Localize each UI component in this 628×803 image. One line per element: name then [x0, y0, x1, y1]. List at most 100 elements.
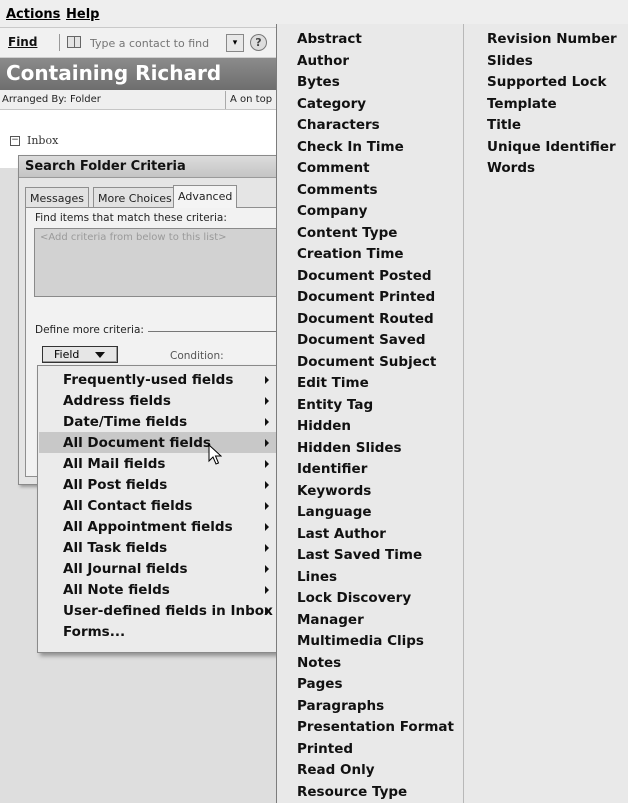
document-field-item[interactable]: Read Only [297, 762, 375, 778]
document-field-item[interactable]: Presentation Format [297, 719, 454, 735]
document-field-item[interactable]: Manager [297, 612, 364, 628]
dialog-title-bar: Search Folder Criteria [19, 156, 279, 178]
menu-item-label: All Contact fields [63, 498, 193, 514]
document-field-item[interactable]: Document Subject [297, 354, 436, 370]
find-items-label: Find items that match these criteria: [35, 212, 227, 224]
menu-item-all-task[interactable]: All Task fields [39, 537, 279, 558]
document-field-item[interactable]: Resource Type [297, 784, 407, 800]
field-category-menu: Frequently-used fields Address fields Da… [37, 365, 280, 653]
document-field-item[interactable]: Multimedia Clips [297, 633, 424, 649]
document-field-item[interactable]: Notes [297, 655, 341, 671]
submenu-arrow-icon [265, 418, 269, 426]
menu-item-date-time[interactable]: Date/Time fields [39, 411, 279, 432]
document-field-item[interactable]: Bytes [297, 74, 340, 90]
document-field-item[interactable]: Comment [297, 160, 370, 176]
menu-item-user-defined[interactable]: User-defined fields in Inbox [39, 600, 279, 621]
menu-item-label: All Post fields [63, 477, 168, 493]
document-field-item[interactable]: Document Routed [297, 311, 434, 327]
collapse-icon[interactable]: − [10, 136, 20, 146]
document-field-item[interactable]: Lines [297, 569, 337, 585]
menu-item-all-journal[interactable]: All Journal fields [39, 558, 279, 579]
menu-item-address[interactable]: Address fields [39, 390, 279, 411]
document-field-item[interactable]: Content Type [297, 225, 397, 241]
document-field-item[interactable]: Entity Tag [297, 397, 373, 413]
document-field-item[interactable]: Author [297, 53, 349, 69]
mouse-cursor-icon [208, 444, 222, 465]
submenu-arrow-icon [265, 397, 269, 405]
document-field-item[interactable]: Document Posted [297, 268, 432, 284]
document-field-item[interactable]: Pages [297, 676, 343, 692]
submenu-arrow-icon [265, 523, 269, 531]
condition-label: Condition: [170, 350, 224, 362]
menu-item-all-note[interactable]: All Note fields [39, 579, 279, 600]
chevron-down-icon [95, 352, 105, 358]
document-field-item[interactable]: Company [297, 203, 367, 219]
submenu-arrow-icon [265, 376, 269, 384]
address-book-icon[interactable] [67, 36, 81, 48]
menu-item-label: All Document fields [63, 435, 211, 451]
contact-search-input[interactable] [88, 34, 223, 52]
document-field-item[interactable]: Printed [297, 741, 353, 757]
document-field-item[interactable]: Unique Identifier [487, 139, 616, 155]
document-field-item[interactable]: Last Author [297, 526, 386, 542]
document-field-item[interactable]: Lock Discovery [297, 590, 411, 606]
document-field-item[interactable]: Creation Time [297, 246, 404, 262]
document-field-item[interactable]: Edit Time [297, 375, 369, 391]
document-field-item[interactable]: Abstract [297, 31, 362, 47]
sort-order-label[interactable]: A on top [225, 91, 272, 109]
field-button[interactable]: Field [42, 346, 118, 363]
folder-header: Containing Richard [0, 58, 280, 90]
document-field-item[interactable]: Template [487, 96, 557, 112]
document-field-item[interactable]: Hidden Slides [297, 440, 402, 456]
tab-advanced[interactable]: Advanced [173, 185, 238, 208]
tab-more-choices[interactable]: More Choices [93, 187, 177, 208]
define-more-criteria-label: Define more criteria: [35, 324, 144, 336]
document-field-item[interactable]: Hidden [297, 418, 351, 434]
menu-item-forms[interactable]: Forms... [39, 621, 279, 642]
document-field-item[interactable]: Check In Time [297, 139, 404, 155]
contact-dropdown-button[interactable]: ▾ [226, 34, 244, 52]
arranged-by-label[interactable]: Arranged By: Folder [2, 94, 101, 105]
menu-item-label: All Note fields [63, 582, 170, 598]
menu-item-label: Forms... [63, 624, 126, 640]
submenu-arrow-icon [265, 544, 269, 552]
menu-item-label: Frequently-used fields [63, 372, 234, 388]
menu-item-all-contact[interactable]: All Contact fields [39, 495, 279, 516]
document-field-item[interactable]: Last Saved Time [297, 547, 422, 563]
document-field-item[interactable]: Language [297, 504, 372, 520]
menu-item-all-post[interactable]: All Post fields [39, 474, 279, 495]
document-field-item[interactable]: Comments [297, 182, 378, 198]
arrange-by-bar: Arranged By: Folder A on top [0, 90, 280, 110]
menu-item-frequently-used[interactable]: Frequently-used fields [39, 369, 279, 390]
menu-actions[interactable]: Actions [6, 7, 60, 22]
menu-item-all-mail[interactable]: All Mail fields [39, 453, 279, 474]
column-divider [463, 24, 464, 803]
document-field-item[interactable]: Category [297, 96, 366, 112]
document-field-item[interactable]: Identifier [297, 461, 367, 477]
document-field-item[interactable]: Document Saved [297, 332, 426, 348]
menu-item-all-appointment[interactable]: All Appointment fields [39, 516, 279, 537]
document-field-item[interactable]: Revision Number [487, 31, 617, 47]
help-icon[interactable]: ? [250, 34, 267, 51]
menu-help[interactable]: Help [66, 7, 99, 22]
document-field-item[interactable]: Slides [487, 53, 533, 69]
tab-messages[interactable]: Messages [25, 187, 89, 208]
criteria-list[interactable]: <Add criteria from below to this list> [34, 228, 282, 297]
dialog-title: Search Folder Criteria [25, 159, 186, 174]
document-field-item[interactable]: Keywords [297, 483, 371, 499]
find-toolbar: Find ▾ ? [0, 28, 280, 58]
menu-item-all-document[interactable]: All Document fields [39, 432, 279, 453]
submenu-arrow-icon [265, 460, 269, 468]
document-field-item[interactable]: Title [487, 117, 521, 133]
submenu-arrow-icon [265, 439, 269, 447]
find-button[interactable]: Find [8, 35, 37, 49]
document-field-item[interactable]: Document Printed [297, 289, 435, 305]
menu-item-label: All Journal fields [63, 561, 188, 577]
submenu-arrow-icon [265, 586, 269, 594]
submenu-arrow-icon [265, 565, 269, 573]
document-field-item[interactable]: Words [487, 160, 535, 176]
document-field-item[interactable]: Characters [297, 117, 380, 133]
group-divider [148, 331, 282, 332]
document-field-item[interactable]: Supported Lock [487, 74, 606, 90]
document-field-item[interactable]: Paragraphs [297, 698, 384, 714]
